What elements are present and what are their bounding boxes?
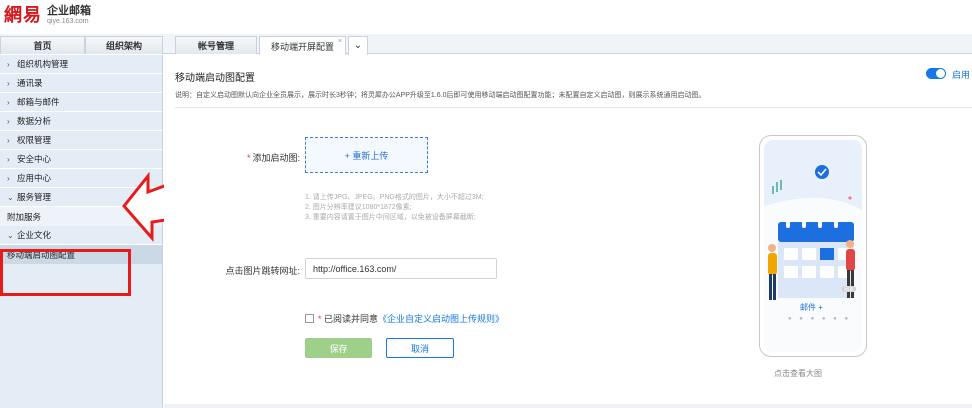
- enable-toggle-label: 启用: [952, 70, 971, 80]
- chevron-right-icon: ›: [7, 97, 10, 107]
- sidebar-item-label: 组织机构管理: [17, 59, 69, 69]
- chevron-right-icon: ›: [7, 135, 10, 145]
- sidebar-item-contacts[interactable]: › 通讯录: [0, 74, 162, 93]
- main-panel: 移动端启动图配置 启用 说明：自定义启动图默认向企业全员展示，展示时长3秒钟；将…: [164, 55, 972, 408]
- rules-link[interactable]: 《企业自定义启动图上传规则》: [378, 314, 504, 324]
- sidebar-item-mailbox[interactable]: › 邮箱与邮件: [0, 93, 162, 112]
- close-icon[interactable]: ×: [338, 38, 342, 45]
- agree-label: 已阅读并同意: [324, 314, 379, 324]
- logo-en: qiye.163.com: [47, 18, 89, 25]
- divider: [175, 107, 972, 108]
- sidebar-item-label: 邮箱与邮件: [17, 97, 60, 107]
- tab-org[interactable]: 组织架构: [85, 36, 163, 54]
- enable-toggle[interactable]: [926, 68, 946, 79]
- save-button[interactable]: 保存: [305, 338, 372, 358]
- preview-screen: 网易 邮件 + ● ● ● ● ● ●: [764, 140, 862, 352]
- logo-cn: 企业邮箱: [47, 5, 91, 17]
- logo-sub: 企业邮箱 qiye.163.com: [47, 5, 91, 26]
- agree-checkbox[interactable]: [305, 314, 314, 323]
- hint-line: 2. 图片分辨率建议1080*1872像素;: [305, 204, 412, 211]
- sidebar-item-label: 权限管理: [17, 135, 52, 145]
- tab-accounts-label: 帐号管理: [197, 41, 234, 51]
- add-image-label-text: 添加启动图:: [252, 153, 300, 163]
- required-mark: *: [246, 153, 251, 163]
- chevron-down-icon: ⌄: [7, 192, 14, 202]
- tab-accounts[interactable]: 帐号管理: [175, 36, 257, 54]
- tab-more-button[interactable]: ⌄: [348, 36, 368, 55]
- page-title: 移动端启动图配置: [175, 73, 255, 84]
- sidebar-item-label: 企业文化: [17, 230, 52, 240]
- chevron-right-icon: ›: [7, 59, 10, 69]
- preview-dots: ● ● ● ● ● ●: [788, 316, 852, 322]
- tab-bar: 首页 组织架构 帐号管理 移动端开屏配置 × ⌄: [0, 34, 972, 55]
- sidebar-item-label: 通讯录: [17, 78, 43, 88]
- chevron-down-icon: ⌄: [7, 230, 14, 240]
- tab-mobile-splash[interactable]: 移动端开屏配置 ×: [259, 36, 346, 55]
- logo-main: 網易: [4, 5, 42, 26]
- hint-line: 1. 请上传JPG、JPEG、PNG格式的图片，大小不超过3M;: [305, 194, 484, 201]
- highlight-box: [0, 249, 131, 296]
- sidebar-item-permissions[interactable]: › 权限管理: [0, 131, 162, 150]
- chevron-down-icon: ⌄: [353, 40, 363, 51]
- chevron-right-icon: ›: [7, 116, 10, 126]
- tab-org-label: 组织架构: [105, 41, 142, 51]
- url-input[interactable]: http://office.163.com/: [305, 258, 497, 279]
- chevron-right-icon: ›: [7, 78, 10, 88]
- phone-preview[interactable]: 网易 邮件 + ● ● ● ● ● ●: [759, 135, 867, 357]
- cancel-button[interactable]: 取消: [386, 338, 454, 358]
- sidebar-item-analytics[interactable]: › 数据分析: [0, 112, 162, 131]
- agree-text: * 已阅读并同意《企业自定义启动图上传规则》: [318, 312, 504, 325]
- sidebar-item-label: 应用中心: [17, 173, 52, 183]
- add-image-label: * 添加启动图:: [194, 151, 300, 164]
- required-mark: *: [318, 314, 322, 324]
- tab-mobile-splash-label: 移动端开屏配置: [270, 41, 334, 52]
- header: 網易 企业邮箱 qiye.163.com: [0, 0, 972, 34]
- logo[interactable]: 網易 企业邮箱 qiye.163.com: [4, 5, 91, 26]
- upload-hints: 1. 请上传JPG、JPEG、PNG格式的图片，大小不超过3M; 2. 图片分辨…: [305, 193, 484, 223]
- chevron-right-icon: ›: [7, 154, 10, 164]
- upload-button-label: + 重新上传: [344, 150, 389, 161]
- sidebar-item-label: 安全中心: [17, 154, 52, 164]
- preview-caption[interactable]: 点击查看大图: [774, 368, 822, 379]
- preview-mail-text: 邮件 +: [800, 303, 823, 312]
- url-label: 点击图片跳转网址:: [225, 266, 300, 276]
- sidebar-item-security[interactable]: › 安全中心: [0, 150, 162, 169]
- tab-home[interactable]: 首页: [0, 36, 85, 54]
- tab-home-label: 首页: [33, 41, 52, 51]
- hint-line: 3. 重要内容请置于图片中间区域，以免被设备屏幕截断;: [305, 214, 476, 221]
- sidebar-item-label: 数据分析: [17, 116, 52, 126]
- sidebar-item-org-management[interactable]: › 组织机构管理: [0, 55, 162, 74]
- footer-strip: [164, 404, 972, 408]
- chevron-right-icon: ›: [7, 173, 10, 183]
- upload-button[interactable]: + 重新上传: [305, 137, 428, 173]
- preview-badge: 网易: [844, 287, 855, 293]
- sidebar-item-label: 服务管理: [17, 192, 52, 202]
- description-text: 说明：自定义启动图默认向企业全员展示，展示时长3秒钟；将灵犀办公APP升级至1.…: [175, 92, 706, 99]
